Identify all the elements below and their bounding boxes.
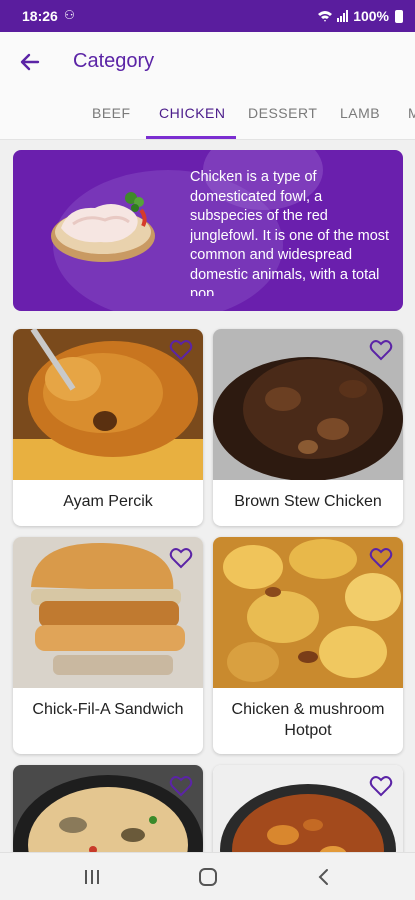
battery-icon bbox=[395, 9, 403, 23]
tab-indicator bbox=[146, 136, 236, 139]
back-arrow-icon[interactable] bbox=[16, 48, 44, 76]
meal-card[interactable]: Ayam Percik bbox=[13, 329, 203, 526]
app-bar: Category bbox=[0, 32, 415, 92]
meal-name: Brown Stew Chicken bbox=[234, 493, 382, 510]
favorite-heart-icon[interactable] bbox=[369, 339, 393, 361]
chicken-plate-image bbox=[51, 192, 155, 262]
category-banner: Chicken is a type of domesticated fowl, … bbox=[13, 150, 403, 311]
category-tabs: BEEF CHICKEN DESSERT LAMB M bbox=[0, 92, 415, 140]
favorite-heart-icon[interactable] bbox=[369, 775, 393, 797]
tab-beef[interactable]: BEEF bbox=[92, 105, 131, 121]
notification-icon: ⚇ bbox=[64, 8, 75, 22]
recent-apps-icon[interactable] bbox=[80, 867, 104, 887]
status-bar: 18:26 ⚇ 100% bbox=[0, 0, 415, 32]
tab-next[interactable]: M bbox=[408, 105, 415, 121]
favorite-heart-icon[interactable] bbox=[169, 775, 193, 797]
signal-icon bbox=[337, 10, 349, 22]
meal-card[interactable]: Brown Stew Chicken bbox=[213, 329, 403, 526]
category-description: Chicken is a type of domesticated fowl, … bbox=[190, 169, 390, 296]
page-title: Category bbox=[73, 50, 155, 72]
status-time: 18:26 bbox=[22, 8, 58, 24]
meal-name: Chick-Fil-A Sandwich bbox=[32, 701, 184, 718]
favorite-heart-icon[interactable] bbox=[369, 547, 393, 569]
tab-chicken[interactable]: CHICKEN bbox=[159, 105, 226, 121]
meal-name: Ayam Percik bbox=[63, 493, 153, 510]
tab-lamb[interactable]: LAMB bbox=[340, 105, 380, 121]
favorite-heart-icon[interactable] bbox=[169, 339, 193, 361]
battery-text: 100% bbox=[353, 8, 389, 24]
meal-card[interactable]: Chicken & mushroom Hotpot bbox=[213, 537, 403, 754]
tab-dessert[interactable]: DESSERT bbox=[248, 105, 317, 121]
meal-name: Chicken & mushroom Hotpot bbox=[231, 701, 385, 739]
system-back-icon[interactable] bbox=[312, 867, 336, 887]
meal-card[interactable]: Chick-Fil-A Sandwich bbox=[13, 537, 203, 754]
home-icon[interactable] bbox=[196, 867, 220, 887]
favorite-heart-icon[interactable] bbox=[169, 547, 193, 569]
system-nav-bar bbox=[0, 852, 415, 900]
wifi-icon bbox=[318, 11, 333, 22]
status-right: 100% bbox=[317, 8, 403, 24]
